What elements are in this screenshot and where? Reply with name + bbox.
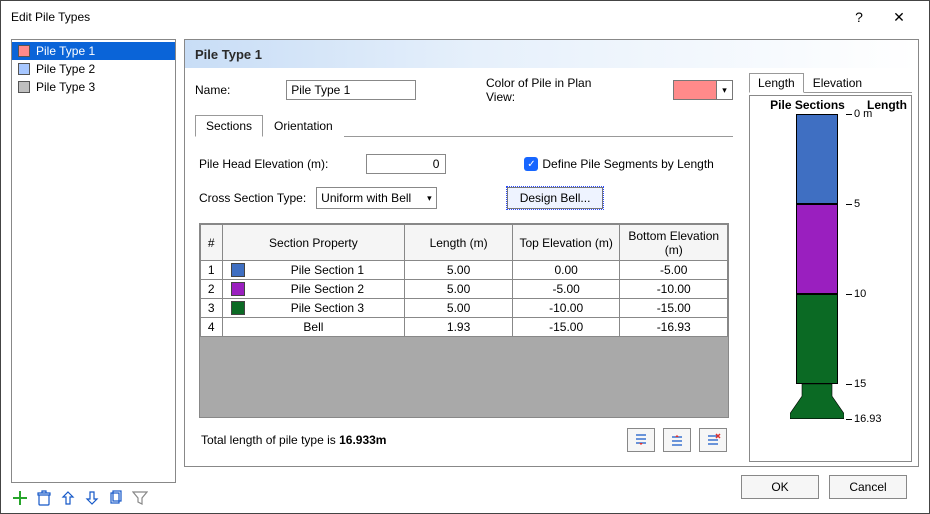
list-toolbar <box>11 483 176 507</box>
diagram-tab-length[interactable]: Length <box>749 73 804 93</box>
head-elev-input[interactable] <box>366 154 446 174</box>
color-label: Color of Pile in Plan View: <box>486 76 623 104</box>
sections-grid-wrap: # Section Property Length (m) Top Elevat… <box>199 223 729 418</box>
diagram-body: 0 m5101516.93 <box>750 114 911 461</box>
right-column: Pile Type 1 Name: Color of Pile in Plan … <box>184 39 919 507</box>
define-by-length-checkbox[interactable]: ✓ Define Pile Segments by Length <box>524 157 713 171</box>
dialog-edit-pile-types: Edit Pile Types ? ✕ Pile Type 1Pile Type… <box>0 0 930 514</box>
total-row: Total length of pile type is 16.933m <box>199 418 729 456</box>
list-item[interactable]: Pile Type 2 <box>12 60 175 78</box>
name-color-row: Name: Color of Pile in Plan View: ▾ <box>195 76 733 104</box>
axis-tick: 5 <box>846 198 860 210</box>
head-elev-label: Pile Head Elevation (m): <box>199 157 328 171</box>
chevron-down-icon: ▾ <box>716 81 732 99</box>
pile-segment <box>796 114 838 204</box>
pile-segment <box>796 204 838 294</box>
diagram-header: Pile Sections Length <box>750 96 911 114</box>
table-row[interactable]: 3Pile Section 35.00-10.00-15.00 <box>201 299 728 318</box>
head-elevation-row: Pile Head Elevation (m): ✓ Define Pile S… <box>199 151 729 177</box>
pile-segment-bell <box>790 384 844 422</box>
window-title: Edit Pile Types <box>11 10 839 24</box>
define-by-length-label: Define Pile Segments by Length <box>542 157 713 171</box>
form-area: Name: Color of Pile in Plan View: ▾ <box>185 68 743 466</box>
color-dropdown[interactable]: ▾ <box>673 80 733 100</box>
add-icon[interactable] <box>11 489 29 507</box>
ok-button[interactable]: OK <box>741 475 819 499</box>
tab-sections-content: Pile Head Elevation (m): ✓ Define Pile S… <box>195 137 733 456</box>
list-item[interactable]: Pile Type 1 <box>12 42 175 60</box>
help-button[interactable]: ? <box>839 9 879 25</box>
move-down-icon[interactable] <box>83 489 101 507</box>
tab-orientation[interactable]: Orientation <box>263 115 344 137</box>
axis-tick: 15 <box>846 378 866 390</box>
check-icon: ✓ <box>524 157 538 171</box>
pile-diagram: Pile Sections Length 0 m 5 10 15 16.93 <box>749 95 912 462</box>
axis-tick: 10 <box>846 288 866 300</box>
cross-section-label: Cross Section Type: <box>199 191 306 205</box>
panel-title: Pile Type 1 <box>185 40 918 68</box>
swatch-icon <box>18 45 30 57</box>
total-length-label: Total length of pile type is 16.933m <box>201 433 627 447</box>
diagram-tab-elevation[interactable]: Elevation <box>804 73 871 93</box>
table-row[interactable]: 4Bell1.93-15.00-16.93 <box>201 318 728 337</box>
name-input[interactable] <box>286 80 416 100</box>
insert-before-button[interactable] <box>627 428 655 452</box>
chevron-down-icon: ▾ <box>427 193 432 204</box>
cancel-button[interactable]: Cancel <box>829 475 907 499</box>
content: Pile Type 1 Pile Type 2 Pile Type 3 Pile T… <box>1 33 929 513</box>
section-tabs: Sections Orientation <box>195 114 733 137</box>
pile-segment <box>796 294 838 384</box>
left-column: Pile Type 1 Pile Type 2 Pile Type 3 <box>11 39 176 507</box>
design-bell-button[interactable]: Design Bell... <box>507 187 604 209</box>
filter-icon[interactable] <box>131 489 149 507</box>
titlebar: Edit Pile Types ? ✕ <box>1 1 929 33</box>
color-swatch <box>674 81 716 99</box>
table-row[interactable]: 1Pile Section 15.000.00-5.00 <box>201 261 728 280</box>
sections-grid[interactable]: # Section Property Length (m) Top Elevat… <box>200 224 728 337</box>
tab-sections[interactable]: Sections <box>195 115 263 137</box>
axis-tick: 0 m <box>846 108 872 120</box>
cross-section-select[interactable]: Uniform with Bell ▾ <box>316 187 437 209</box>
insert-after-button[interactable] <box>663 428 691 452</box>
detail-panel: Pile Type 1 Name: Color of Pile in Plan … <box>184 39 919 467</box>
diagram-column: Length Elevation Pile Sections Length 0 … <box>743 68 918 466</box>
move-up-icon[interactable] <box>59 489 77 507</box>
close-button[interactable]: ✕ <box>879 9 919 26</box>
delete-icon[interactable] <box>35 489 53 507</box>
grid-toolbar <box>627 428 727 452</box>
axis-tick: 16.93 <box>846 413 882 425</box>
delete-row-button[interactable] <box>699 428 727 452</box>
copy-icon[interactable] <box>107 489 125 507</box>
dialog-footer: OK Cancel <box>184 467 919 507</box>
list-item-label: Pile Type 1 <box>36 44 95 58</box>
cross-section-row: Cross Section Type: Uniform with Bell ▾ … <box>199 183 729 213</box>
list-item-label: Pile Type 2 <box>36 62 95 76</box>
pile-type-list[interactable]: Pile Type 1 Pile Type 2 Pile Type 3 <box>11 39 176 483</box>
panel-body: Name: Color of Pile in Plan View: ▾ <box>185 68 918 466</box>
diagram-tabs: Length Elevation <box>749 72 912 93</box>
table-row[interactable]: 2Pile Section 25.00-5.00-10.00 <box>201 280 728 299</box>
list-item[interactable]: Pile Type 3 <box>12 78 175 96</box>
swatch-icon <box>18 63 30 75</box>
list-item-label: Pile Type 3 <box>36 80 95 94</box>
swatch-icon <box>18 81 30 93</box>
cross-section-value: Uniform with Bell <box>321 191 421 205</box>
diagram-title-left: Pile Sections <box>754 98 861 112</box>
name-label: Name: <box>195 83 230 97</box>
